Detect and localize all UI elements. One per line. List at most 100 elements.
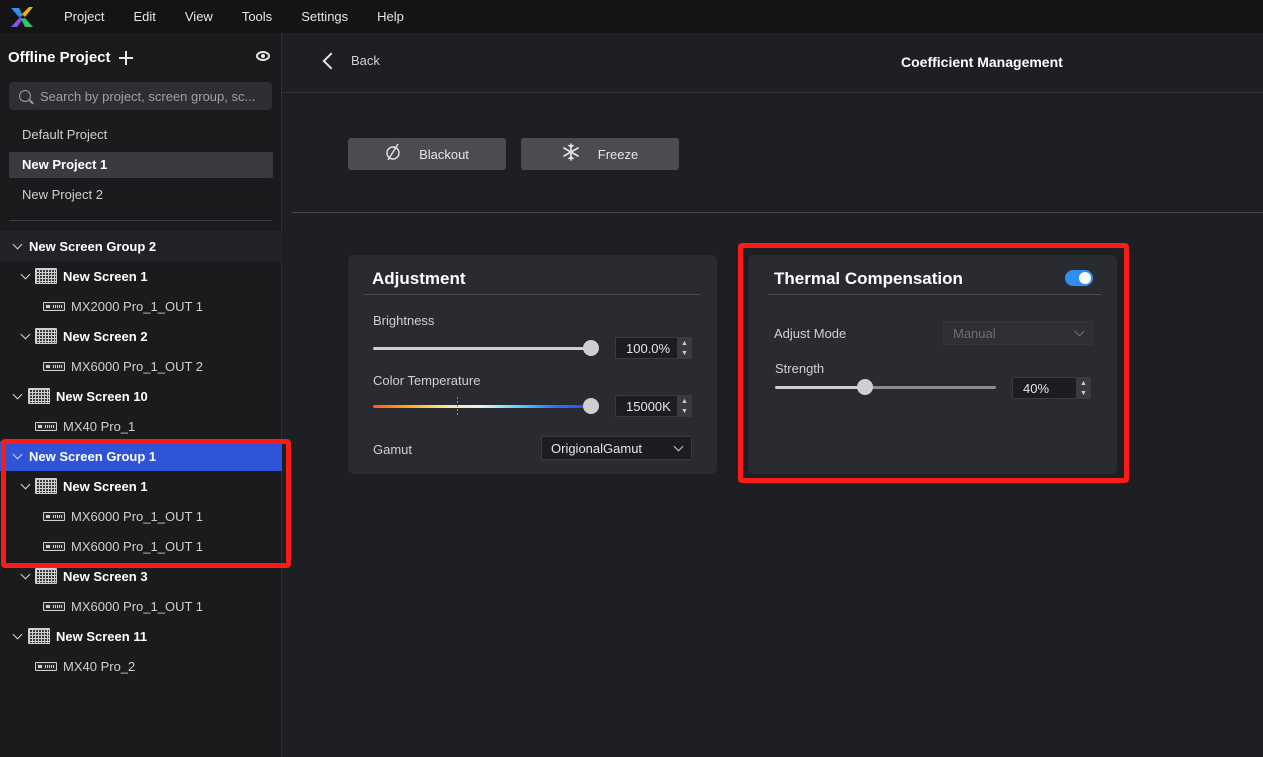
- back-button[interactable]: Back: [321, 52, 380, 69]
- chevron-down-icon[interactable]: [20, 271, 30, 281]
- chevron-down-icon[interactable]: [12, 451, 22, 461]
- project-header: Offline Project: [8, 49, 270, 66]
- spin-arrows: ▲ ▼: [1076, 378, 1090, 398]
- strength-spinbox[interactable]: 40% ▲ ▼: [1012, 377, 1091, 399]
- tree-row-label: New Screen 11: [56, 628, 148, 644]
- tree-group-row[interactable]: New Screen Group 2: [0, 231, 282, 261]
- adjust-mode-select[interactable]: Manual: [943, 321, 1093, 345]
- blackout-button[interactable]: Blackout: [348, 138, 506, 170]
- page-header: Back Coefficient Management: [283, 33, 1263, 93]
- tree-row-label: New Screen 1: [63, 268, 148, 284]
- brightness-slider-track[interactable]: [373, 347, 591, 350]
- screen-grid-icon: [35, 328, 57, 344]
- decrement-icon[interactable]: ▼: [678, 406, 691, 416]
- screen-tree: New Screen Group 2 New Screen 1 MX2000 P…: [0, 231, 282, 681]
- color-temperature-label: Color Temperature: [373, 373, 481, 388]
- freeze-button[interactable]: Freeze: [521, 138, 679, 170]
- tree-device-row[interactable]: MX40 Pro_2: [0, 651, 282, 681]
- decrement-icon[interactable]: ▼: [1077, 388, 1090, 398]
- tree-device-row[interactable]: MX6000 Pro_1_OUT 2: [0, 351, 282, 381]
- chevron-down-icon[interactable]: [12, 391, 22, 401]
- blackout-label: Blackout: [419, 146, 469, 162]
- menu-view[interactable]: View: [185, 9, 213, 24]
- eye-icon[interactable]: [256, 51, 270, 61]
- spin-arrows: ▲ ▼: [677, 338, 691, 358]
- project-item-new-project-1[interactable]: New Project 1: [9, 152, 273, 178]
- increment-icon[interactable]: ▲: [1077, 378, 1090, 388]
- thermal-compensation-title: Thermal Compensation: [774, 269, 963, 288]
- project-panel-title: Offline Project: [8, 49, 111, 66]
- brightness-value[interactable]: 100.0%: [616, 341, 677, 356]
- add-project-icon[interactable]: [118, 50, 133, 65]
- chevron-down-icon[interactable]: [12, 631, 22, 641]
- chevron-down-icon[interactable]: [20, 481, 30, 491]
- page-title: Coefficient Management: [901, 54, 1063, 70]
- panel-divider: [768, 294, 1101, 295]
- adjust-mode-value: Manual: [953, 325, 996, 341]
- gamut-value: OrigionalGamut: [551, 440, 643, 456]
- strength-value[interactable]: 40%: [1013, 381, 1076, 396]
- chevron-down-icon[interactable]: [20, 331, 30, 341]
- tree-screen-row[interactable]: New Screen 1: [0, 261, 282, 291]
- chevron-down-icon[interactable]: [12, 241, 22, 251]
- tree-row-label: MX6000 Pro_1_OUT 1: [71, 538, 203, 554]
- color-temperature-value[interactable]: 15000K: [616, 399, 677, 414]
- project-item-new-project-2[interactable]: New Project 2: [9, 182, 273, 208]
- color-temperature-spinbox[interactable]: 15000K ▲ ▼: [615, 395, 692, 417]
- tree-screen-row[interactable]: New Screen 1: [0, 471, 282, 501]
- tree-device-row[interactable]: MX2000 Pro_1_OUT 1: [0, 291, 282, 321]
- strength-slider-thumb[interactable]: [857, 379, 873, 395]
- tree-device-row[interactable]: MX6000 Pro_1_OUT 1: [0, 501, 282, 531]
- back-label: Back: [351, 53, 380, 68]
- gamut-select[interactable]: OrigionalGamut: [541, 436, 692, 460]
- tree-screen-row[interactable]: New Screen 10: [0, 381, 282, 411]
- menu-settings[interactable]: Settings: [301, 9, 348, 24]
- increment-icon[interactable]: ▲: [678, 396, 691, 406]
- color-temperature-slider-track[interactable]: [373, 405, 591, 408]
- thermal-compensation-toggle[interactable]: [1065, 270, 1093, 286]
- tree-screen-row[interactable]: New Screen 3: [0, 561, 282, 591]
- snowflake-icon: [562, 142, 580, 166]
- screen-grid-icon: [28, 388, 50, 404]
- controller-device-icon: [35, 421, 57, 431]
- screen-grid-icon: [35, 268, 57, 284]
- project-list: Default Project New Project 1 New Projec…: [9, 122, 273, 212]
- main-content: Back Coefficient Management Blackout Fre…: [283, 33, 1263, 757]
- brightness-slider-thumb[interactable]: [583, 340, 599, 356]
- chevron-down-icon[interactable]: [20, 571, 30, 581]
- tree-group-row-selected[interactable]: New Screen Group 1: [0, 441, 282, 471]
- tree-row-label: MX2000 Pro_1_OUT 1: [71, 298, 203, 314]
- increment-icon[interactable]: ▲: [678, 338, 691, 348]
- color-temperature-slider-thumb[interactable]: [583, 398, 599, 414]
- tree-row-label: New Screen 1: [63, 478, 148, 494]
- tree-device-row[interactable]: MX40 Pro_1: [0, 411, 282, 441]
- menu-project[interactable]: Project: [64, 9, 104, 24]
- tree-screen-row[interactable]: New Screen 11: [0, 621, 282, 651]
- adjustment-title: Adjustment: [372, 269, 466, 288]
- menu-bar: Project Edit View Tools Settings Help: [0, 0, 1263, 33]
- screen-grid-icon: [28, 628, 50, 644]
- tree-row-label: New Screen 3: [63, 568, 148, 584]
- menu-edit[interactable]: Edit: [133, 9, 155, 24]
- strength-slider-track[interactable]: [775, 386, 996, 389]
- strength-label: Strength: [775, 361, 825, 376]
- search-input[interactable]: [40, 88, 265, 104]
- tree-row-label: New Screen Group 1: [29, 448, 157, 464]
- sidebar-divider: [9, 220, 272, 221]
- controller-device-icon: [43, 361, 65, 371]
- sidebar: Offline Project Default Project New Proj…: [0, 33, 282, 757]
- tree-row-label: New Screen 2: [63, 328, 148, 344]
- tree-row-label: New Screen Group 2: [29, 238, 157, 254]
- tree-device-row[interactable]: MX6000 Pro_1_OUT 1: [0, 531, 282, 561]
- menu-tools[interactable]: Tools: [242, 9, 272, 24]
- controller-device-icon: [35, 661, 57, 671]
- tree-screen-row[interactable]: New Screen 2: [0, 321, 282, 351]
- tree-device-row[interactable]: MX6000 Pro_1_OUT 1: [0, 591, 282, 621]
- decrement-icon[interactable]: ▼: [678, 348, 691, 358]
- menu-help[interactable]: Help: [377, 9, 404, 24]
- brightness-spinbox[interactable]: 100.0% ▲ ▼: [615, 337, 692, 359]
- project-item-default[interactable]: Default Project: [9, 122, 273, 148]
- screen-grid-icon: [35, 568, 57, 584]
- tree-row-label: MX6000 Pro_1_OUT 1: [71, 598, 203, 614]
- tree-row-label: MX6000 Pro_1_OUT 2: [71, 358, 203, 374]
